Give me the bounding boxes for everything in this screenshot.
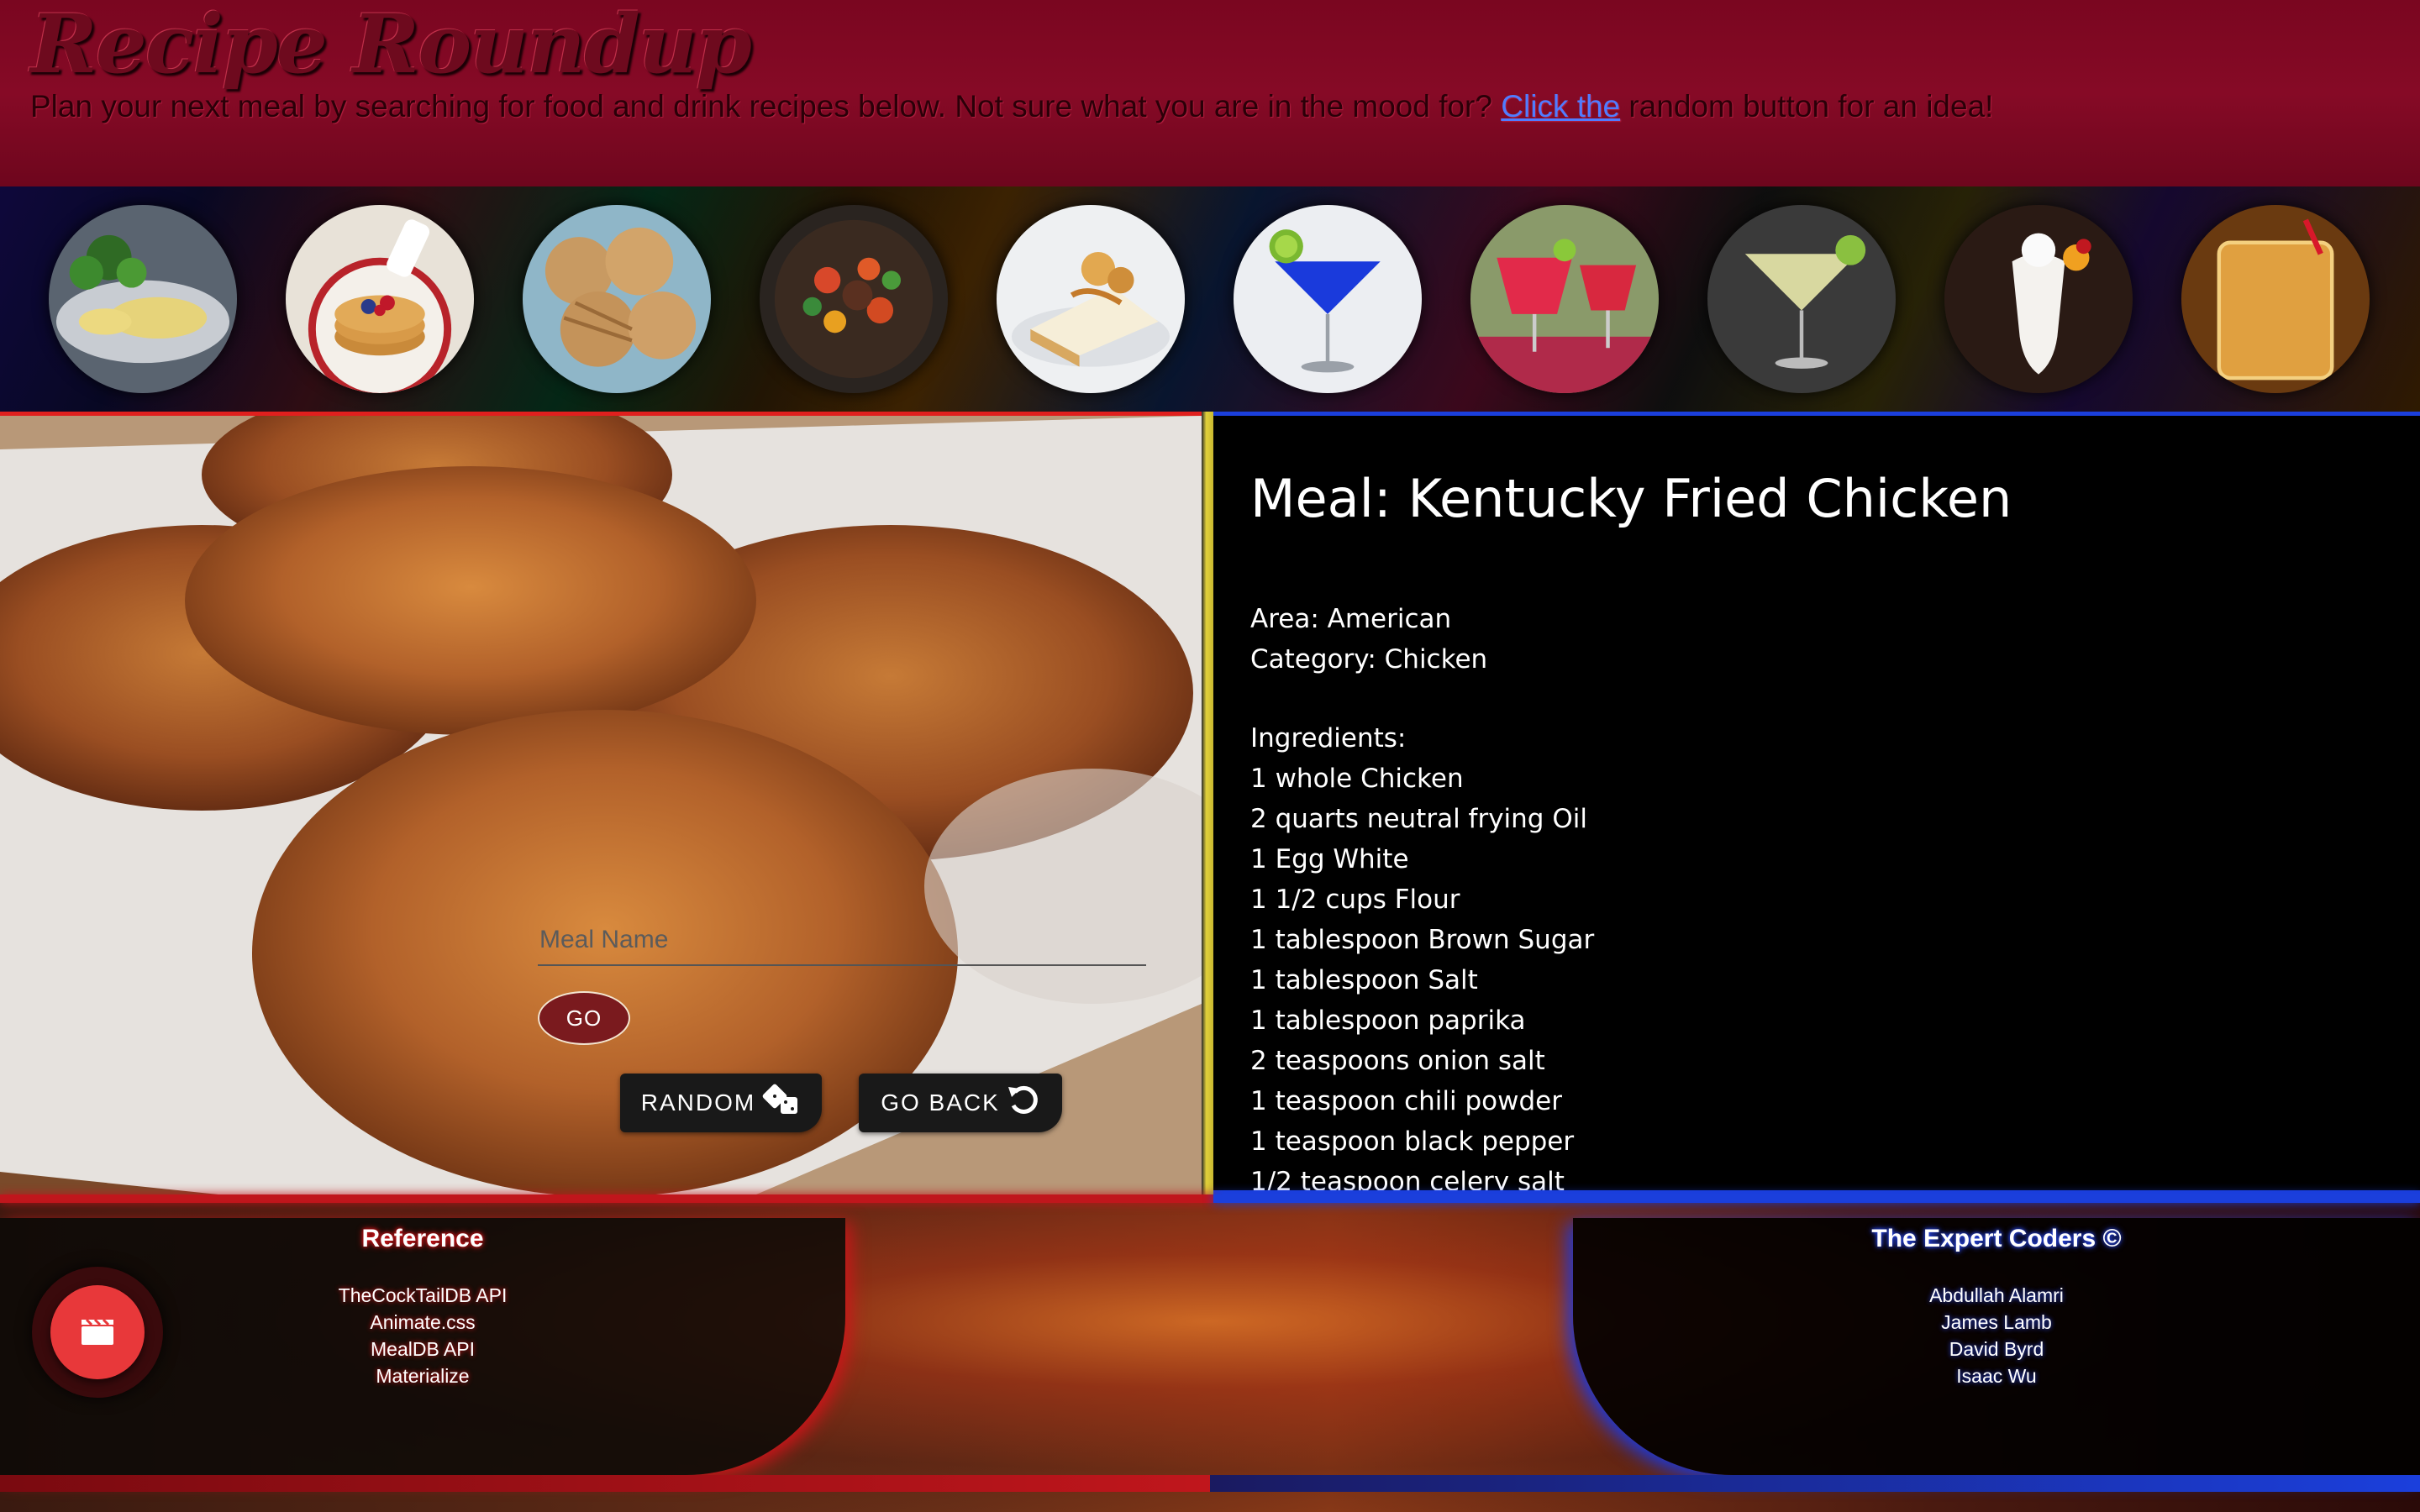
panel-divider: [1202, 412, 1213, 1194]
tagline-text-after: random button for an idea!: [1620, 89, 1994, 123]
header: Recipe Roundup Plan your next meal by se…: [0, 0, 2420, 186]
recipe-details-panel: Meal: Kentucky Fried Chicken Area: Ameri…: [1213, 412, 2420, 1194]
reference-heading: Reference: [361, 1225, 484, 1252]
dice-icon: [762, 1084, 801, 1122]
ingredient-item: 2 teaspoons onion salt: [1250, 1046, 1545, 1076]
cheesecake-thumbnail: [997, 205, 1185, 393]
footer-bottom-red-bar: [0, 1475, 1210, 1492]
ingredient-item: 1 1/2 cups Flour: [1250, 885, 1460, 915]
ingredient-item: 1 tablespoon Brown Sugar: [1250, 925, 1595, 955]
pina-colada-thumbnail: [1944, 205, 2133, 393]
undo-icon: [1007, 1084, 1040, 1122]
meal-meta: Area: American Category: Chicken: [1250, 599, 1487, 680]
ingredients-list: Ingredients: 1 whole Chicken 2 quarts ne…: [1250, 718, 1595, 1194]
ingredients-label: Ingredients:: [1250, 723, 1407, 753]
ingredient-item: 1 whole Chicken: [1250, 764, 1464, 794]
tagline-text-before: Plan your next meal by searching for foo…: [30, 89, 1502, 123]
go-back-button[interactable]: GO BACK: [859, 1074, 1062, 1132]
team-members: Abdullah Alamri James Lamb David Byrd Is…: [1573, 1282, 2420, 1389]
pancakes-thumbnail: [286, 205, 474, 393]
lime-martini-thumbnail: [1707, 205, 1896, 393]
video-fab-button[interactable]: [50, 1285, 145, 1379]
carousel-item-blue-martini[interactable]: [1234, 205, 1422, 393]
go-button[interactable]: GO: [538, 991, 630, 1045]
omelette-thumbnail: [49, 205, 237, 393]
tagline: Plan your next meal by searching for foo…: [30, 89, 1993, 124]
ingredient-item: 1 tablespoon Salt: [1250, 965, 1478, 995]
carousel-item-cheesecake[interactable]: [997, 205, 1185, 393]
team-section: The Expert Coders © Abdullah Alamri Jame…: [1573, 1218, 2420, 1475]
stew-thumbnail: [760, 205, 948, 393]
ingredient-item: 1 teaspoon black pepper: [1250, 1126, 1575, 1157]
meal-name-input[interactable]: [538, 916, 1146, 966]
meal-title: Meal: Kentucky Fried Chicken: [1250, 468, 2012, 529]
team-member: David Byrd: [1949, 1338, 2044, 1360]
ingredient-item: 2 quarts neutral frying Oil: [1250, 804, 1587, 834]
carousel-item-cookies[interactable]: [523, 205, 711, 393]
site-title: Recipe Roundup: [30, 0, 752, 92]
footer-accent-red: [0, 1194, 1213, 1203]
footer-bottom-blue-bar: [1210, 1475, 2420, 1492]
carousel-item-pancakes[interactable]: [286, 205, 474, 393]
orange-cocktail-thumbnail: [2181, 205, 2370, 393]
footer-accent-blue: [1213, 1194, 2420, 1203]
meal-category: Category: Chicken: [1250, 644, 1488, 675]
team-heading: The Expert Coders ©: [1871, 1225, 2122, 1252]
carousel-item-orange-cocktail[interactable]: [2181, 205, 2370, 393]
ingredient-item: 1 tablespoon paprika: [1250, 1005, 1526, 1036]
team-member: James Lamb: [1941, 1311, 2052, 1333]
carousel-item-omelette[interactable]: [49, 205, 237, 393]
ingredient-item: 1/2 teaspoon celery salt: [1250, 1167, 1565, 1194]
carousel-item-pina-colada[interactable]: [1944, 205, 2133, 393]
team-member: Isaac Wu: [1956, 1365, 2037, 1387]
carousel-item-lime-martini[interactable]: [1707, 205, 1896, 393]
cookies-thumbnail: [523, 205, 711, 393]
recipe-carousel: [0, 186, 2420, 412]
carousel-item-red-margarita[interactable]: [1470, 205, 1659, 393]
carousel-item-stew[interactable]: [760, 205, 948, 393]
go-back-button-label: GO BACK: [881, 1089, 1000, 1116]
ingredient-item: 1 Egg White: [1250, 844, 1409, 874]
clapperboard-icon: [80, 1316, 115, 1349]
ingredient-item: 1 teaspoon chili powder: [1250, 1086, 1562, 1116]
random-link[interactable]: Click the: [1501, 89, 1620, 123]
red-margarita-thumbnail: [1470, 205, 1659, 393]
random-button-label: RANDOM: [640, 1089, 756, 1116]
meal-area: Area: American: [1250, 604, 1452, 634]
blue-martini-thumbnail: [1234, 205, 1422, 393]
team-member: Abdullah Alamri: [1929, 1284, 2064, 1306]
random-button[interactable]: RANDOM: [620, 1074, 822, 1132]
